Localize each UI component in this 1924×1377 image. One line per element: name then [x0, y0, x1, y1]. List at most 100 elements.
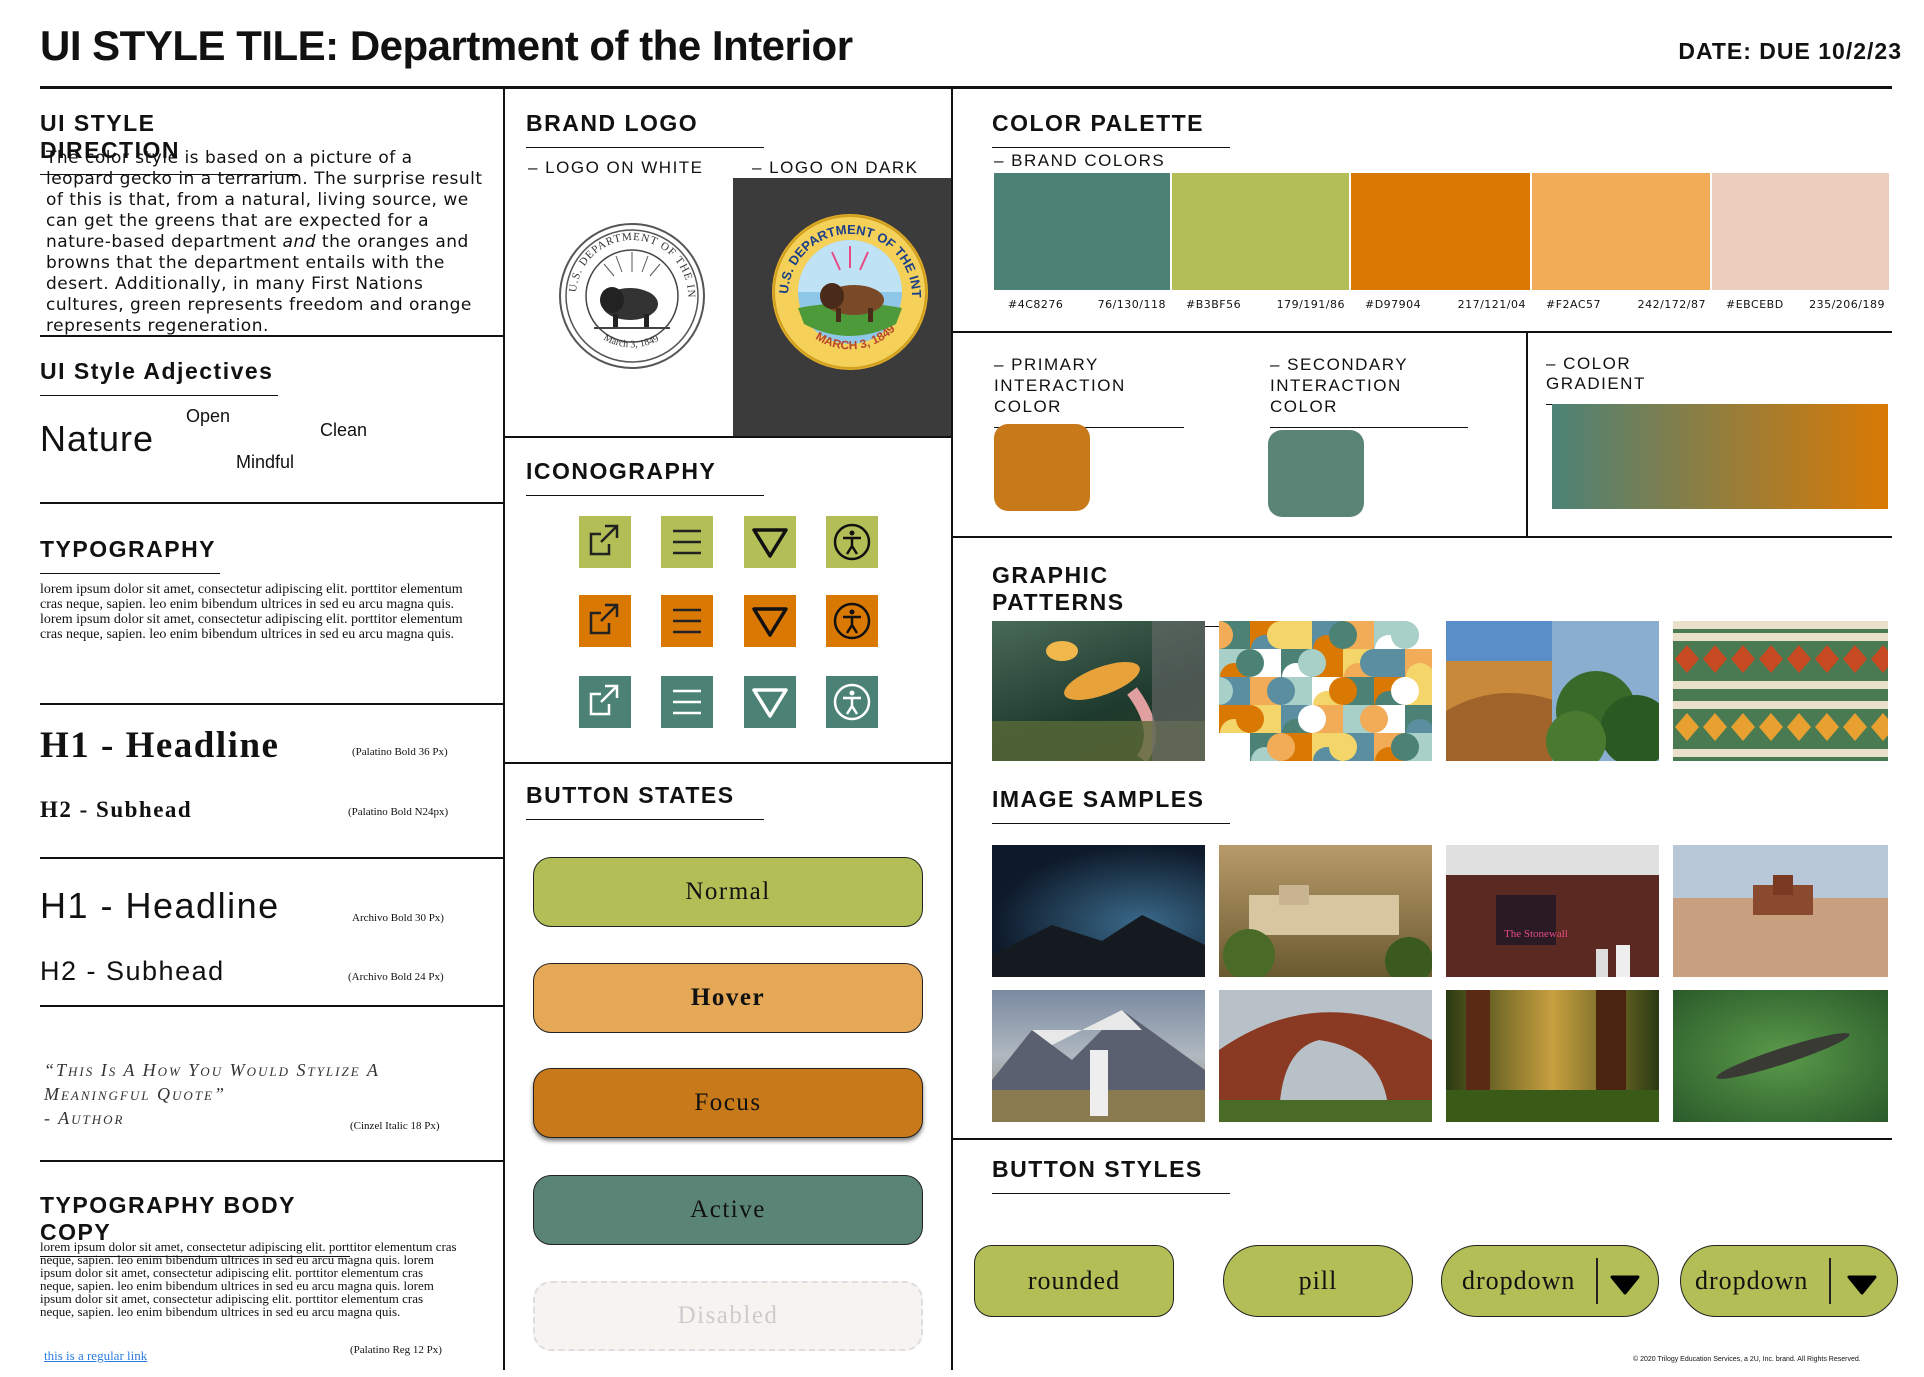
page-title: UI STYLE TILE: Department of the Interio… [40, 22, 853, 69]
crocodile-water-image [1673, 990, 1888, 1122]
swatch-rgb: 76/130/118 [1097, 298, 1166, 311]
divider [40, 857, 503, 859]
chevron-down-icon [1847, 1272, 1877, 1302]
swatch-rgb: 235/206/189 [1809, 298, 1885, 311]
external-link-icon [579, 676, 631, 728]
primary-interaction-label: – PRIMARY INTERACTION COLOR [994, 354, 1184, 428]
h2-serif-sample: H2 - Subhead [40, 797, 193, 822]
h1-sans-note: Archivo Bold 30 Px) [352, 912, 444, 924]
desert-forest-pattern-image [1446, 621, 1659, 761]
swatch-hex: #4C8276 [1008, 298, 1064, 311]
adjective-open: Open [186, 406, 231, 426]
swatch-hex: #B3BF56 [1186, 298, 1242, 311]
divider [503, 762, 951, 764]
brand-swatch [1532, 173, 1710, 290]
pill-style-button[interactable]: pill [1223, 1245, 1413, 1317]
style-direction-text: The color style is based on a picture of… [46, 148, 483, 336]
dropdown-separator [1596, 1258, 1598, 1304]
divider [503, 436, 951, 438]
hover-button[interactable]: Hover [533, 963, 923, 1033]
swatch-values: #D97904 217/121/04 [1365, 298, 1526, 311]
dropdown-separator [1829, 1258, 1831, 1304]
disabled-button: Disabled [533, 1281, 923, 1351]
adjective-clean: Clean [320, 420, 368, 440]
column-divider-2 [951, 88, 953, 1370]
logo-on-white-label: – LOGO ON WHITE [528, 158, 704, 177]
stonewall-image: The Stonewall [1446, 845, 1659, 977]
adjective-mindful: Mindful [236, 452, 295, 472]
body-copy-note: (Palatino Reg 12 Px) [350, 1344, 442, 1356]
brand-logo-heading: BRAND LOGO [526, 110, 764, 148]
regular-link[interactable]: this is a regular link [44, 1348, 147, 1364]
swatch-values: #EBCEBD 235/206/189 [1726, 298, 1885, 311]
external-link-icon [579, 595, 631, 647]
night-sky-image [992, 845, 1205, 977]
divider [40, 1005, 503, 1007]
gecko-pattern-image [992, 621, 1205, 761]
brand-swatch [994, 173, 1170, 290]
column-divider-1 [503, 88, 505, 1370]
logo-on-dark-label: – LOGO ON DARK [752, 158, 919, 177]
h2-sans-sample: H2 - Subhead [40, 956, 225, 986]
swatch-values: #4C8276 76/130/118 [1008, 298, 1166, 311]
dropdown-button-1[interactable]: dropdown [1441, 1245, 1659, 1317]
menu-icon [661, 516, 713, 568]
color-palette-heading: COLOR PALETTE [992, 110, 1230, 148]
swatch-values: #F2AC57 242/172/87 [1546, 298, 1706, 311]
accessibility-icon [826, 595, 878, 647]
brand-swatch [1351, 173, 1530, 290]
adjective-nature: Nature [40, 418, 155, 459]
h1-sans-sample: H1 - Headline [40, 885, 280, 926]
brand-swatch [1712, 173, 1889, 290]
rounded-style-button[interactable]: rounded [974, 1245, 1174, 1317]
dropdown-button-2[interactable]: dropdown [1680, 1245, 1898, 1317]
divider [40, 1160, 503, 1162]
triangle-down-icon [744, 595, 796, 647]
secondary-interaction-label: – SECONDARY INTERACTION COLOR [1270, 354, 1468, 428]
adjectives-heading: UI Style Adjectives [40, 358, 278, 396]
accessibility-icon [826, 516, 878, 568]
active-button[interactable]: Active [533, 1175, 923, 1245]
h2-sans-note: (Archivo Bold 24 Px) [348, 971, 444, 983]
triangle-down-icon [744, 516, 796, 568]
swatch-rgb: 179/191/86 [1276, 298, 1345, 311]
header-divider [40, 86, 1892, 89]
chevron-down-icon [1610, 1272, 1640, 1302]
swatch-rgb: 242/172/87 [1637, 298, 1706, 311]
h1-serif-sample: H1 - Headline [40, 725, 280, 766]
copyright-footer: © 2020 Trilogy Education Services, a 2U,… [1633, 1356, 1861, 1363]
swatch-hex: #F2AC57 [1546, 298, 1602, 311]
button-states-heading: BUTTON STATES [526, 782, 764, 820]
divider [951, 536, 1892, 538]
dropdown-label: dropdown [1695, 1266, 1809, 1295]
swatch-rgb: 217/121/04 [1457, 298, 1526, 311]
quote-note: (Cinzel Italic 18 Px) [350, 1120, 440, 1132]
divider [40, 502, 503, 504]
h1-serif-note: (Palatino Bold 36 Px) [352, 746, 448, 758]
divider [1526, 331, 1528, 536]
logo-on-dark: U.S. DEPARTMENT OF THE INTERIOR MARCH 3,… [765, 200, 930, 372]
cliff-dwelling-image [1219, 845, 1432, 977]
svg-text:The Stonewall: The Stonewall [1504, 928, 1568, 940]
swatch-hex: #EBCEBD [1726, 298, 1784, 311]
h2-serif-note: (Palatino Bold N24px) [348, 806, 449, 818]
due-date: DATE: DUE 10/2/23 [1678, 38, 1902, 64]
button-styles-heading: BUTTON STYLES [992, 1156, 1230, 1194]
logo-on-white: U.S. DEPARTMENT OF THE INTERIOR March 3,… [554, 213, 706, 370]
ruins-image [1673, 845, 1888, 977]
focus-button[interactable]: Focus [533, 1068, 923, 1138]
gradient-label: – COLOR GRADIENT [1546, 354, 1736, 405]
menu-icon [661, 595, 713, 647]
divider [951, 1138, 1892, 1140]
redwood-forest-image [1446, 990, 1659, 1122]
menu-icon [661, 676, 713, 728]
external-link-icon [579, 516, 631, 568]
color-gradient [1552, 404, 1888, 509]
divider [40, 703, 503, 705]
primary-interaction-swatch [994, 424, 1090, 511]
normal-button[interactable]: Normal [533, 857, 923, 927]
divider [40, 335, 503, 337]
memorial-mountain-image [992, 990, 1205, 1122]
graphic-patterns-heading: GRAPHIC PATTERNS [992, 562, 1230, 627]
accessibility-icon [826, 676, 878, 728]
